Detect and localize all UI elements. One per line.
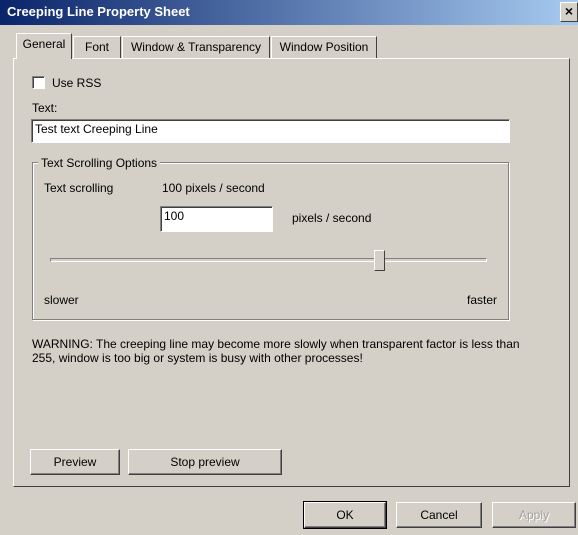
- tab-general[interactable]: General: [16, 33, 72, 59]
- tab-font[interactable]: Font: [73, 36, 121, 58]
- preview-button[interactable]: Preview: [30, 449, 120, 475]
- title-bar[interactable]: Creeping Line Property Sheet ×: [0, 0, 578, 25]
- close-icon: ×: [564, 3, 574, 19]
- warning-text: WARNING: The creeping line may become mo…: [32, 337, 520, 365]
- apply-button[interactable]: Apply: [492, 502, 576, 528]
- faster-label: faster: [467, 293, 498, 307]
- speed-slider-track[interactable]: [50, 258, 487, 262]
- text-label: Text:: [32, 101, 58, 115]
- text-scrolling-label: Text scrolling: [44, 181, 114, 195]
- speed-unit-label: pixels / second: [292, 211, 372, 225]
- slower-label: slower: [44, 293, 79, 307]
- speed-slider-thumb[interactable]: [374, 250, 385, 271]
- tab-window-transparency[interactable]: Window & Transparency: [122, 36, 270, 58]
- speed-input[interactable]: 100: [160, 206, 273, 232]
- tab-window-position[interactable]: Window Position: [271, 36, 377, 58]
- close-button[interactable]: ×: [560, 2, 578, 22]
- text-input[interactable]: Test text Creeping Line: [31, 119, 510, 143]
- text-scrolling-options-title: Text Scrolling Options: [38, 156, 161, 170]
- window-title: Creeping Line Property Sheet: [7, 4, 190, 19]
- use-rss-checkbox[interactable]: [32, 76, 45, 89]
- scrolling-speed-readout: 100 pixels / second: [162, 181, 265, 195]
- ok-button[interactable]: OK: [303, 501, 387, 529]
- cancel-button[interactable]: Cancel: [396, 502, 482, 528]
- stop-preview-button[interactable]: Stop preview: [128, 449, 282, 475]
- property-sheet-window: Creeping Line Property Sheet × General F…: [0, 0, 578, 535]
- use-rss-label[interactable]: Use RSS: [52, 76, 101, 90]
